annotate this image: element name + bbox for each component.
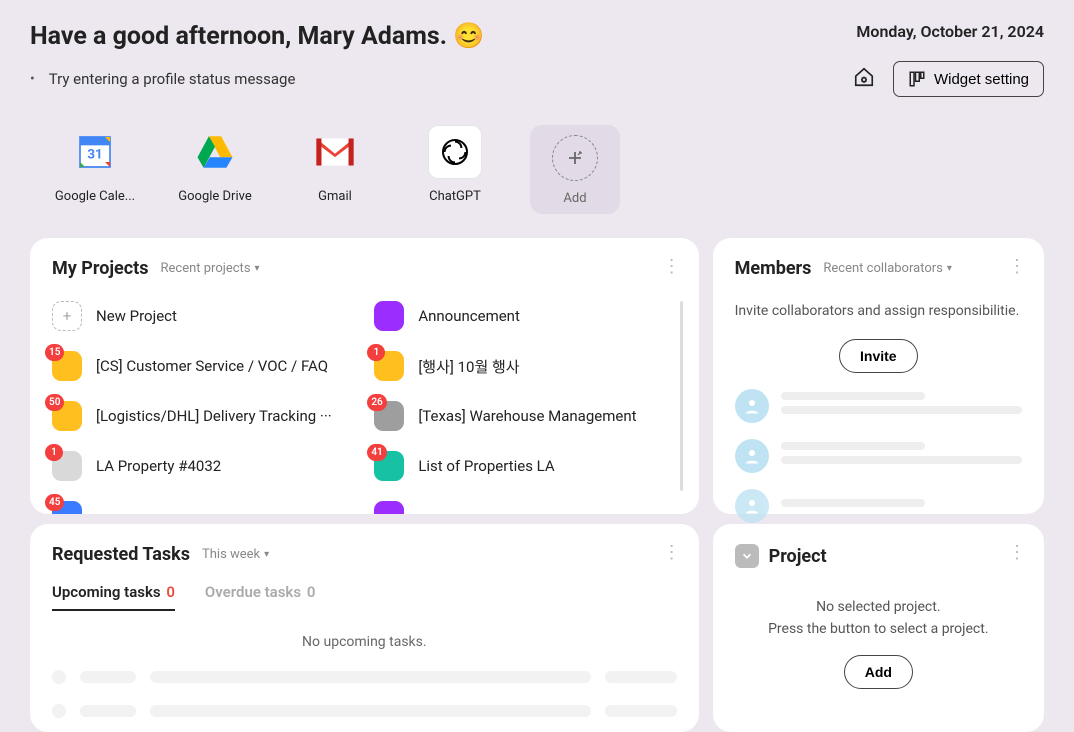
projects-filter-dropdown[interactable]: Recent projects [161, 261, 260, 276]
project-item[interactable]: 15 [CS] Customer Service / VOC / FAQ [52, 351, 354, 381]
member-placeholder-row [735, 389, 1022, 423]
tasks-menu-icon[interactable]: ⋮ [663, 542, 681, 563]
project-widget-title: Project [769, 546, 827, 567]
shortcut-label: ChatGPT [410, 189, 500, 204]
project-badge: 45 [45, 494, 64, 511]
project-label: Announcement [418, 307, 520, 325]
project-badge: 15 [45, 344, 64, 361]
current-date: Monday, October 21, 2024 [856, 22, 1044, 41]
project-label: List of Properties LA [418, 457, 554, 475]
members-card: Members Recent collaborators ⋮ Invite co… [713, 238, 1044, 514]
project-item[interactable]: 1 [행사] 10월 행사 [374, 351, 676, 381]
shortcut-google-calendar[interactable]: 31 Google Cale... [50, 125, 140, 214]
svg-text:31: 31 [87, 148, 102, 163]
shortcut-label: Gmail [290, 189, 380, 204]
shortcut-label: Add [530, 191, 620, 206]
avatar-placeholder-icon [735, 389, 769, 423]
add-shortcut-icon [552, 135, 598, 181]
task-placeholder-row [52, 704, 677, 718]
project-color-icon: 1 [374, 351, 404, 381]
task-placeholder-row [52, 670, 677, 684]
project-label: New Project [96, 307, 177, 325]
project-badge: 1 [367, 344, 385, 361]
requested-tasks-card: Requested Tasks This week ⋮ Upcoming tas… [30, 524, 699, 732]
members-filter-dropdown[interactable]: Recent collaborators [823, 261, 952, 276]
my-projects-card: My Projects Recent projects ⋮ + New Proje… [30, 238, 699, 514]
add-project-button[interactable]: Add [844, 655, 913, 689]
project-color-icon: 1 [52, 451, 82, 481]
greeting: Have a good afternoon, Mary Adams. 😊 [30, 22, 484, 51]
home-settings-icon[interactable] [853, 66, 875, 92]
avatar-placeholder-icon [735, 439, 769, 473]
project-badge: 41 [367, 444, 386, 461]
tab-label: Upcoming tasks [52, 583, 161, 601]
avatar-placeholder-icon [735, 489, 769, 523]
project-item[interactable]: 26 [Texas] Warehouse Management [374, 401, 676, 431]
my-projects-title: My Projects [52, 258, 149, 279]
project-color-icon: 45 [52, 501, 82, 514]
project-label: [Logistics/DHL] Delivery Tracking ··· [96, 407, 332, 425]
project-badge: 1 [45, 444, 63, 461]
calendar-icon: 31 [68, 125, 122, 179]
shortcuts-bar: 31 Google Cale... Google Drive Gmail Cha… [30, 125, 1044, 214]
chevron-down-icon[interactable] [735, 544, 759, 568]
project-item[interactable]: 45 [52, 501, 354, 514]
requested-tasks-title: Requested Tasks [52, 544, 190, 565]
plus-icon: + [52, 301, 82, 331]
project-color-icon [374, 501, 404, 514]
drive-icon [188, 125, 242, 179]
project-empty-line2: Press the button to select a project. [735, 618, 1022, 640]
project-color-icon: 50 [52, 401, 82, 431]
widget-setting-label: Widget setting [934, 71, 1029, 88]
tasks-empty-message: No upcoming tasks. [52, 634, 677, 650]
new-project-button[interactable]: + New Project [52, 301, 354, 331]
shortcut-label: Google Drive [170, 189, 260, 204]
shortcut-gmail[interactable]: Gmail [290, 125, 380, 214]
widget-setting-button[interactable]: Widget setting [893, 61, 1044, 97]
tab-count: 0 [307, 583, 316, 601]
tab-label: Overdue tasks [205, 583, 301, 601]
tab-upcoming-tasks[interactable]: Upcoming tasks 0 [52, 583, 175, 611]
members-menu-icon[interactable]: ⋮ [1008, 256, 1026, 277]
project-color-icon: 15 [52, 351, 82, 381]
project-badge: 50 [45, 394, 64, 411]
project-item[interactable]: 50 [Logistics/DHL] Delivery Tracking ··· [52, 401, 354, 431]
status-prompt-text: Try entering a profile status message [49, 70, 296, 88]
project-empty-line1: No selected project. [735, 596, 1022, 618]
project-label: [행사] 10월 행사 [418, 356, 519, 377]
project-label: [CS] Customer Service / VOC / FAQ [96, 357, 328, 375]
gmail-icon [308, 125, 362, 179]
project-item[interactable]: Announcement [374, 301, 676, 331]
project-badge: 26 [367, 394, 386, 411]
project-color-icon: 26 [374, 401, 404, 431]
project-item[interactable]: 1 LA Property #4032 [52, 451, 354, 481]
project-label: [Texas] Warehouse Management [418, 407, 636, 425]
members-title: Members [735, 258, 812, 279]
member-placeholder-row [735, 489, 1022, 523]
projects-menu-icon[interactable]: ⋮ [663, 256, 681, 277]
project-item[interactable] [374, 501, 676, 514]
shortcut-label: Google Cale... [50, 189, 140, 204]
tab-overdue-tasks[interactable]: Overdue tasks 0 [205, 583, 315, 611]
project-widget-card: Project ⋮ No selected project. Press the… [713, 524, 1044, 732]
project-color-icon [374, 301, 404, 331]
members-prompt: Invite collaborators and assign responsi… [735, 303, 1022, 319]
chatgpt-icon [428, 125, 482, 179]
status-prompt[interactable]: Try entering a profile status message [30, 70, 295, 88]
project-label: LA Property #4032 [96, 457, 221, 475]
tab-count: 0 [166, 583, 175, 601]
project-color-icon: 41 [374, 451, 404, 481]
invite-button[interactable]: Invite [839, 339, 918, 373]
shortcut-google-drive[interactable]: Google Drive [170, 125, 260, 214]
shortcut-add[interactable]: Add [530, 125, 620, 214]
member-placeholder-row [735, 439, 1022, 473]
shortcut-chatgpt[interactable]: ChatGPT [410, 125, 500, 214]
tasks-filter-dropdown[interactable]: This week [202, 547, 269, 562]
project-item[interactable]: 41 List of Properties LA [374, 451, 676, 481]
project-menu-icon[interactable]: ⋮ [1008, 542, 1026, 563]
